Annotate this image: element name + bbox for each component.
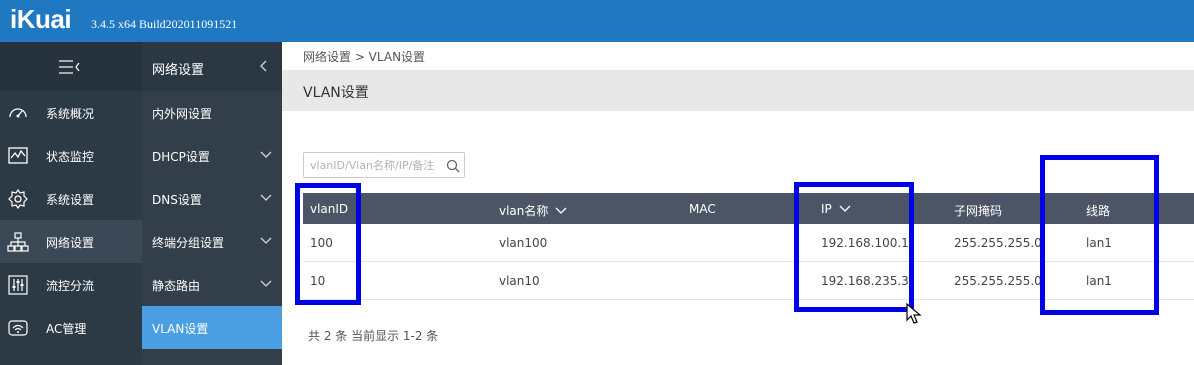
cell-subnet-mask: 255.255.255.0 <box>954 274 1042 288</box>
sidebar-item-label: 状态监控 <box>46 150 95 164</box>
submenu-item-static-route[interactable]: 静态路由 <box>142 263 282 306</box>
highlight-box-line <box>1040 155 1159 315</box>
network-tree-icon <box>7 232 29 252</box>
submenu-item-label: DNS设置 <box>152 193 202 207</box>
chevron-down-icon <box>260 237 272 244</box>
chevron-down-icon <box>260 280 272 287</box>
mouse-cursor-icon <box>906 302 922 324</box>
cell-subnet-mask: 255.255.255.0 <box>954 236 1042 250</box>
menu-collapse-icon <box>59 60 80 74</box>
highlight-box-vlanid <box>295 183 361 305</box>
cell-vlan-name: vlan10 <box>499 274 540 288</box>
page-title-bar: VLAN设置 <box>282 70 1194 111</box>
pagination-summary: 共 2 条 当前显示 1-2 条 <box>308 329 439 343</box>
search-icon[interactable] <box>446 159 460 173</box>
submenu-item-dns[interactable]: DNS设置 <box>142 177 282 220</box>
submenu-panel: 网络设置 内外网设置 DHCP设置 DNS设置 终端分组设置 静态路由 VLAN… <box>142 42 282 365</box>
submenu-item-vlan[interactable]: VLAN设置 <box>142 306 282 349</box>
submenu-item-terminal-group[interactable]: 终端分组设置 <box>142 220 282 263</box>
sidebar-item-overview[interactable]: 系统概况 <box>0 91 142 134</box>
cell-vlan-name: vlan100 <box>499 236 548 250</box>
wifi-router-icon <box>8 320 28 336</box>
sidebar-item-label: AC管理 <box>46 322 87 336</box>
submenu-item-lan-wan[interactable]: 内外网设置 <box>142 91 282 134</box>
submenu-header: 网络设置 <box>142 42 282 91</box>
column-header-mac[interactable]: MAC <box>689 202 716 216</box>
sidebar-item-label: 系统概况 <box>46 107 95 121</box>
sort-chevron-icon <box>555 207 567 214</box>
top-bar: iKuai 3.4.5 x64 Build202011091521 <box>0 0 1194 42</box>
submenu-title: 网络设置 <box>152 63 205 78</box>
submenu-item-dhcp[interactable]: DHCP设置 <box>142 134 282 177</box>
sliders-icon <box>8 275 28 295</box>
search-box <box>303 152 465 178</box>
dashboard-icon <box>9 108 27 118</box>
sidebar-item-monitor[interactable]: 状态监控 <box>0 134 142 177</box>
submenu-item-label: 终端分组设置 <box>152 236 225 250</box>
chevron-down-icon <box>260 194 272 201</box>
chevron-down-icon <box>260 151 272 158</box>
primary-sidebar: 系统概况 状态监控 系统设置 网络设置 流控分流 AC管理 <box>0 42 142 365</box>
submenu-item-label: DHCP设置 <box>152 150 210 164</box>
chevron-left-icon[interactable] <box>259 59 269 73</box>
sidebar-item-label: 流控分流 <box>46 279 95 293</box>
column-header-subnet-mask[interactable]: 子网掩码 <box>954 202 1002 219</box>
sidebar-item-system-settings[interactable]: 系统设置 <box>0 177 142 220</box>
sidebar-item-ac-management[interactable]: AC管理 <box>0 306 142 349</box>
column-header-label: vlan名称 <box>499 204 549 218</box>
menu-collapse-button[interactable] <box>0 42 142 91</box>
submenu-item-label: VLAN设置 <box>152 322 209 336</box>
version-label: 3.4.5 x64 Build202011091521 <box>91 17 238 31</box>
sidebar-item-flow-control[interactable]: 流控分流 <box>0 263 142 306</box>
submenu-item-label: 静态路由 <box>152 279 201 293</box>
page-title: VLAN设置 <box>303 85 369 101</box>
sidebar-item-label: 网络设置 <box>46 236 95 250</box>
search-input[interactable] <box>310 157 442 173</box>
sidebar-item-network-settings[interactable]: 网络设置 <box>0 220 142 263</box>
column-header-vlan-name[interactable]: vlan名称 <box>499 202 567 219</box>
submenu-item-label: 内外网设置 <box>152 107 213 121</box>
monitor-chart-icon <box>8 147 28 164</box>
gear-icon <box>8 188 28 210</box>
logo: iKuai <box>10 4 72 34</box>
highlight-box-ip <box>794 182 914 312</box>
breadcrumb: 网络设置 > VLAN设置 <box>303 50 426 64</box>
sidebar-item-label: 系统设置 <box>46 193 95 207</box>
